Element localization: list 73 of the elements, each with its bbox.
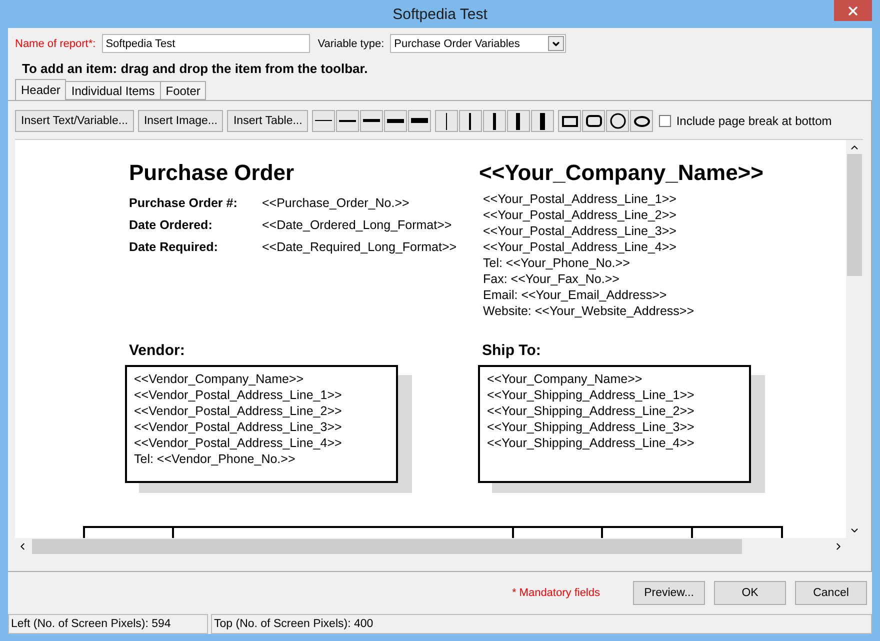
insert-button[interactable]: Insert Table...: [227, 110, 308, 132]
field-variable: <<Purchase_Order_No.>>: [262, 196, 410, 212]
company-detail: Tel: <<Your_Phone_No.>>: [483, 255, 631, 271]
horizontal-line-tool[interactable]: [312, 110, 336, 132]
variable-type-dropdown[interactable]: Purchase Order Variables: [390, 34, 566, 53]
close-icon: [846, 4, 860, 18]
vertical-line-icon: [446, 112, 448, 130]
company-name: <<Your_Company_Name>>: [479, 160, 764, 186]
company-detail: Email: <<Your_Email_Address>>: [483, 287, 668, 303]
dialog-button[interactable]: Preview...: [633, 581, 705, 605]
variable-type-label: Variable type:: [318, 38, 384, 50]
vertical-line-icon: [469, 112, 472, 130]
ship-to-detail: <<Your_Shipping_Address_Line_3>>: [487, 419, 696, 435]
vendor-detail: <<Vendor_Postal_Address_Line_4>>: [134, 435, 343, 451]
vertical-line-tool[interactable]: [483, 110, 506, 132]
vertical-line-tool[interactable]: [459, 110, 482, 132]
vendor-detail: <<Vendor_Postal_Address_Line_1>>: [134, 387, 343, 403]
window-title: Softpedia Test: [392, 6, 488, 22]
dialog-button[interactable]: Cancel: [795, 581, 867, 605]
company-detail: <<Your_Postal_Address_Line_4>>: [483, 239, 678, 255]
rectangle-icon: [562, 116, 578, 126]
ship-to-detail: <<Your_Company_Name>>: [487, 371, 644, 387]
vendor-detail: <<Vendor_Postal_Address_Line_2>>: [134, 403, 343, 419]
tab[interactable]: Header: [15, 79, 66, 100]
horizontal-line-tool[interactable]: [408, 110, 432, 132]
status-pane: Top (No. of Screen Pixels): 400: [211, 614, 872, 634]
company-detail: Website: <<Your_Website_Address>>: [483, 303, 696, 319]
field-label: Date Required:: [129, 240, 219, 256]
horizontal-line-tool[interactable]: [336, 110, 360, 132]
dialog-button[interactable]: OK: [714, 581, 786, 605]
ship-to-detail: <<Your_Shipping_Address_Line_4>>: [487, 435, 696, 451]
vendor-heading: Vendor:: [129, 342, 185, 359]
vertical-line-tool[interactable]: [435, 110, 458, 132]
page-break-label: Include page break at bottom: [676, 114, 832, 128]
insert-button[interactable]: Insert Image...: [138, 110, 224, 132]
report-name-field[interactable]: Softpedia Test: [102, 34, 310, 53]
ship-to-detail: <<Your_Shipping_Address_Line_1>>: [487, 387, 696, 403]
shape-tool[interactable]: [606, 110, 630, 132]
horizontal-line-icon: [315, 120, 332, 122]
circle-icon: [610, 113, 626, 129]
vendor-detail: Tel: <<Vendor_Phone_No.>>: [134, 451, 296, 467]
report-name-label: Name of report*:: [15, 38, 96, 50]
company-detail: <<Your_Postal_Address_Line_2>>: [483, 207, 678, 223]
horizontal-line-tool[interactable]: [384, 110, 408, 132]
shape-tool[interactable]: [558, 110, 582, 132]
field-label: Purchase Order #:: [129, 196, 238, 212]
ellipse-icon: [634, 116, 650, 126]
ship-to-heading: Ship To:: [482, 342, 541, 359]
field-label: Date Ordered:: [129, 218, 214, 234]
company-detail: <<Your_Postal_Address_Line_1>>: [483, 191, 678, 207]
page-break-checkbox[interactable]: [659, 115, 672, 127]
insert-button[interactable]: Insert Text/Variable...: [15, 110, 134, 132]
shape-tool[interactable]: [630, 110, 654, 132]
vendor-detail: <<Vendor_Postal_Address_Line_3>>: [134, 419, 343, 435]
field-variable: <<Date_Required_Long_Format>>: [262, 240, 457, 256]
rounded-rectangle-icon: [586, 115, 602, 127]
tab[interactable]: Individual Items: [65, 81, 161, 100]
document-title: Purchase Order: [129, 160, 296, 186]
vertical-line-tool[interactable]: [507, 110, 530, 132]
status-pane: Left (No. of Screen Pixels): 594: [8, 614, 208, 634]
mandatory-note: * Mandatory fields: [512, 587, 600, 599]
company-detail: Fax: <<Your_Fax_No.>>: [483, 271, 620, 287]
field-variable: <<Date_Ordered_Long_Format>>: [262, 218, 452, 234]
tab[interactable]: Footer: [160, 81, 206, 100]
instruction-text: To add an item: drag and drop the item from the toolbar.: [21, 60, 369, 78]
close-button[interactable]: [834, 0, 872, 21]
shape-tool[interactable]: [582, 110, 606, 132]
vendor-detail: <<Vendor_Company_Name>>: [134, 371, 305, 387]
horizontal-line-tool[interactable]: [360, 110, 384, 132]
company-detail: <<Your_Postal_Address_Line_3>>: [483, 223, 678, 239]
ship-to-detail: <<Your_Shipping_Address_Line_2>>: [487, 403, 696, 419]
horizontal-line-icon: [339, 120, 356, 122]
vertical-line-tool[interactable]: [531, 110, 554, 132]
